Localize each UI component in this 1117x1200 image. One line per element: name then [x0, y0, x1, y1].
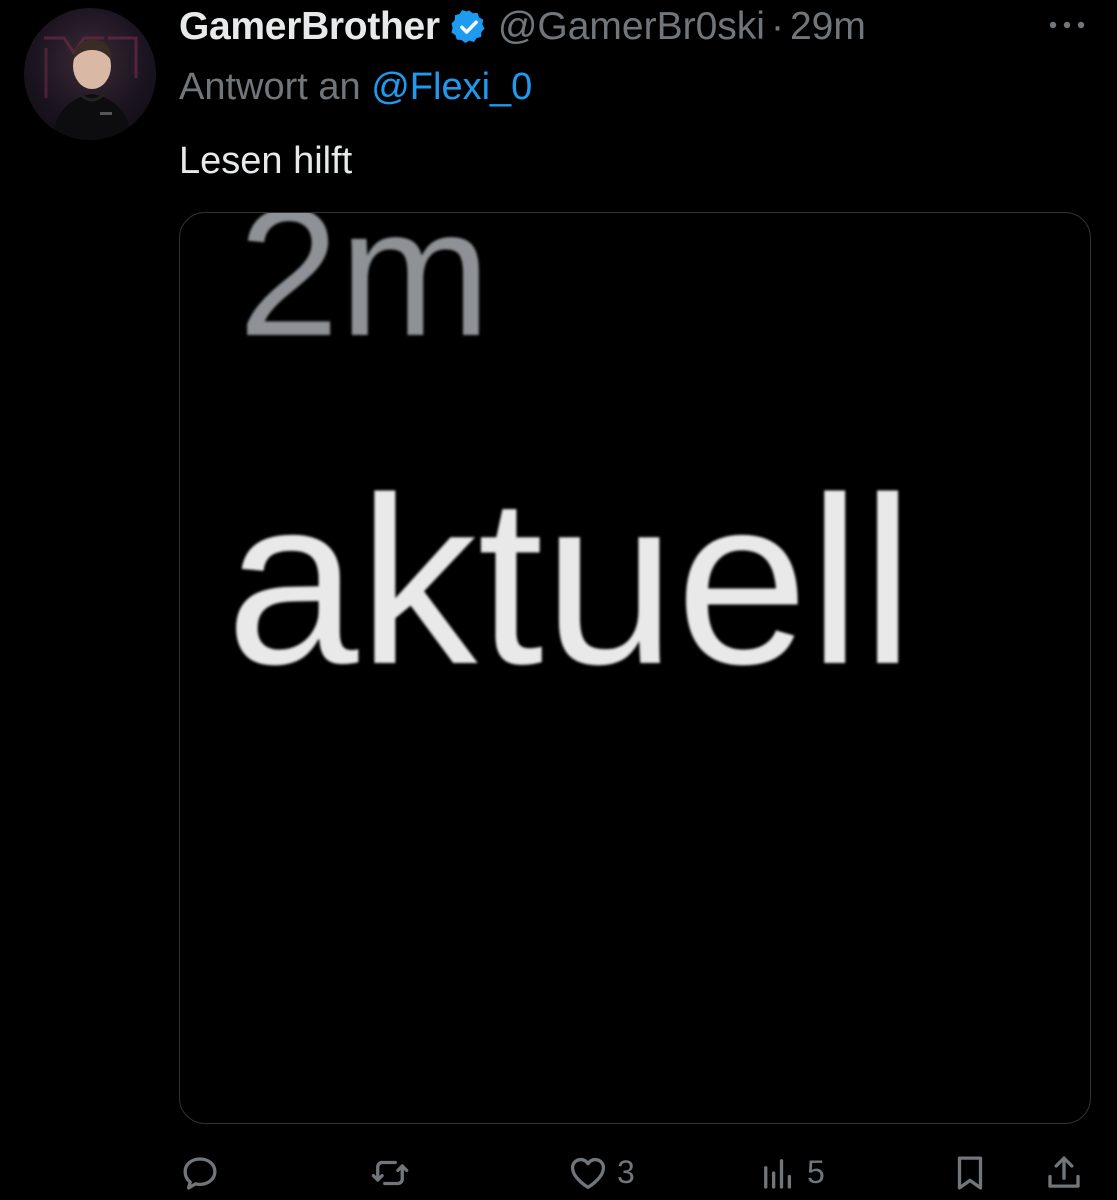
separator-dot: ·	[770, 5, 784, 48]
bookmark-button[interactable]	[949, 1145, 991, 1200]
bookmark-icon	[949, 1152, 991, 1194]
verified-badge-icon[interactable]	[450, 8, 488, 46]
media-text-top: 2m	[238, 213, 491, 374]
tweet-header: GamerBrother @GamerBr0ski · 29m	[179, 2, 866, 52]
tweet[interactable]: GamerBrother @GamerBr0ski · 29m Antwort …	[0, 0, 1117, 1200]
reply-to-mention[interactable]: @Flexi_0	[371, 66, 532, 108]
avatar-image	[44, 36, 138, 140]
views-icon	[757, 1152, 799, 1194]
share-button[interactable]	[1043, 1145, 1085, 1200]
more-options-icon[interactable]	[1043, 10, 1091, 40]
reply-icon	[179, 1152, 221, 1194]
tweet-timestamp[interactable]: 29m	[790, 5, 866, 49]
avatar[interactable]	[24, 8, 156, 140]
tweet-text: Lesen hilft	[179, 140, 353, 182]
share-icon	[1043, 1152, 1085, 1194]
retweet-button[interactable]	[369, 1145, 411, 1200]
retweet-icon	[369, 1152, 411, 1194]
views-button[interactable]: 5	[757, 1145, 825, 1200]
views-count: 5	[807, 1154, 825, 1190]
heart-icon	[567, 1152, 609, 1194]
author-handle[interactable]: @GamerBr0ski	[498, 5, 765, 49]
author-display-name[interactable]: GamerBrother	[179, 5, 440, 49]
media-text-main: aktuell	[226, 449, 914, 714]
reply-context: Antwort an @Flexi_0	[179, 66, 532, 109]
reply-button[interactable]	[179, 1145, 221, 1200]
like-button[interactable]: 3	[567, 1145, 635, 1200]
tweet-media-image[interactable]: 2m aktuell	[179, 212, 1091, 1124]
action-bar: 3 5	[179, 1145, 1089, 1200]
reply-prefix: Antwort an	[179, 66, 361, 108]
like-count: 3	[617, 1154, 635, 1190]
